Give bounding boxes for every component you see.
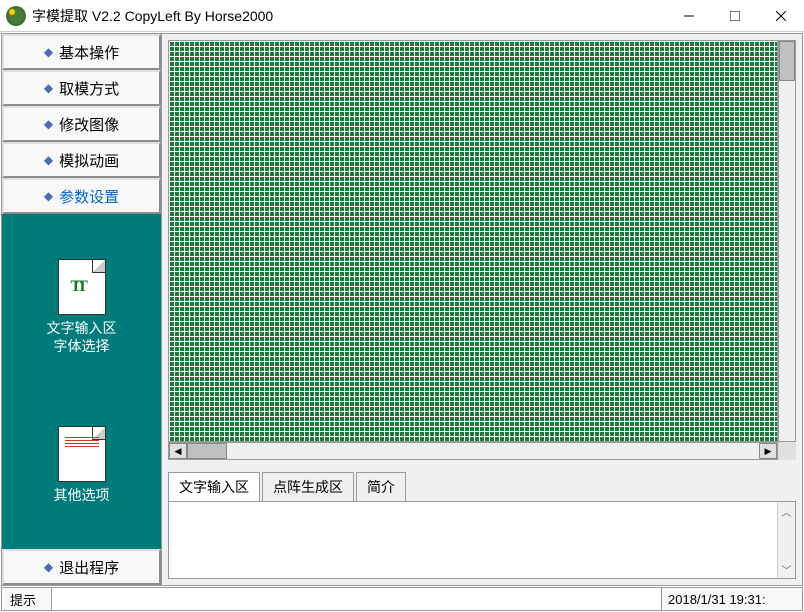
scroll-left-button[interactable]: ◀ [169, 443, 187, 459]
dot-matrix-canvas[interactable] [168, 40, 778, 442]
tabs: 文字输入区 点阵生成区 简介 [168, 472, 796, 501]
vertical-scrollbar[interactable] [778, 40, 796, 442]
menu-label: 参数设置 [59, 186, 119, 207]
horizontal-scrollbar[interactable]: ◀ ▶ [168, 442, 778, 460]
tabs-area: 文字输入区 点阵生成区 简介 [162, 466, 802, 501]
exit-label: 退出程序 [59, 557, 119, 578]
content-area: ◀ ▶ 文字输入区 点阵生成区 简介 ︿ ﹀ [162, 34, 802, 585]
menu-extract-mode[interactable]: ◆ 取模方式 [2, 70, 161, 106]
scroll-right-button[interactable]: ▶ [759, 443, 777, 459]
tab-intro[interactable]: 简介 [356, 472, 406, 501]
text-input-area[interactable]: ︿ ﹀ [168, 501, 796, 579]
scroll-corner [778, 442, 796, 460]
titlebar: 字模提取 V2.2 CopyLeft By Horse2000 [0, 0, 804, 32]
panel-label: 其他选项 [54, 486, 110, 504]
font-select-item[interactable]: 文字输入区字体选择 [47, 259, 117, 355]
window-controls [666, 0, 804, 32]
menu-label: 取模方式 [59, 78, 119, 99]
close-icon [776, 11, 786, 21]
menu-label: 模拟动画 [59, 150, 119, 171]
statusbar: 提示 2018/1/31 19:31: [1, 587, 803, 611]
input-scroll-down-button[interactable]: ﹀ [778, 560, 795, 578]
teal-panel: 文字输入区字体选择 其他选项 [2, 214, 161, 549]
status-hint-label: 提示 [2, 588, 52, 610]
menu-simulate-anim[interactable]: ◆ 模拟动画 [2, 142, 161, 178]
diamond-icon: ◆ [44, 189, 53, 203]
sidebar: ◆ 基本操作 ◆ 取模方式 ◆ 修改图像 ◆ 模拟动画 ◆ 参数设置 文字输入区… [2, 34, 162, 585]
horizontal-scroll-thumb[interactable] [187, 443, 227, 459]
diamond-icon: ◆ [44, 560, 53, 574]
app-icon [6, 6, 26, 26]
diamond-icon: ◆ [44, 81, 53, 95]
exit-button[interactable]: ◆ 退出程序 [2, 549, 161, 585]
menu-param-settings[interactable]: ◆ 参数设置 [2, 178, 161, 214]
status-datetime: 2018/1/31 19:31: [662, 588, 802, 610]
diamond-icon: ◆ [44, 153, 53, 167]
diamond-icon: ◆ [44, 117, 53, 131]
panel-label: 文字输入区字体选择 [47, 319, 117, 355]
input-scroll-up-button[interactable]: ︿ [778, 502, 795, 520]
vertical-scroll-thumb[interactable] [779, 41, 795, 81]
menu-basic-ops[interactable]: ◆ 基本操作 [2, 34, 161, 70]
diamond-icon: ◆ [44, 45, 53, 59]
font-document-icon [58, 259, 106, 315]
dot-scroll-container [168, 40, 796, 442]
horizontal-scroll-wrapper: ◀ ▶ [168, 442, 796, 460]
maximize-button[interactable] [712, 0, 758, 32]
menu-modify-image[interactable]: ◆ 修改图像 [2, 106, 161, 142]
maximize-icon [730, 11, 740, 21]
minimize-icon [684, 11, 694, 21]
close-button[interactable] [758, 0, 804, 32]
title-text: 字模提取 V2.2 CopyLeft By Horse2000 [32, 6, 666, 26]
dot-matrix-wrapper: ◀ ▶ [162, 34, 802, 466]
horizontal-scroll-track[interactable] [187, 443, 759, 459]
main-area: ◆ 基本操作 ◆ 取模方式 ◆ 修改图像 ◆ 模拟动画 ◆ 参数设置 文字输入区… [1, 33, 803, 586]
minimize-button[interactable] [666, 0, 712, 32]
note-document-icon [58, 426, 106, 482]
tab-text-input[interactable]: 文字输入区 [168, 472, 260, 501]
menu-label: 基本操作 [59, 42, 119, 63]
status-message [52, 588, 662, 610]
input-vertical-scrollbar[interactable]: ︿ ﹀ [777, 502, 795, 578]
tab-dot-gen[interactable]: 点阵生成区 [262, 472, 354, 501]
other-options-item[interactable]: 其他选项 [54, 426, 110, 504]
menu-label: 修改图像 [59, 114, 119, 135]
